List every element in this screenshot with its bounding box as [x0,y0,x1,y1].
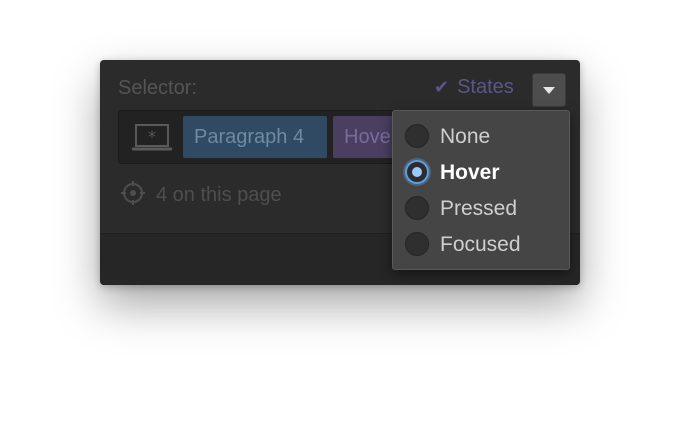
radio-pressed[interactable] [405,196,429,220]
state-option-focused[interactable]: Focused [393,227,569,263]
radio-hover[interactable] [405,160,429,184]
state-option-label: Pressed [440,197,518,220]
page-count-text: 4 on this page [156,184,282,206]
selector-label: Selector: [118,77,197,99]
page-count: 4 on this page [120,180,282,211]
svg-text:*: * [148,127,156,146]
class-chip-paragraph[interactable]: Paragraph 4 [183,116,327,158]
states-dropdown-button[interactable] [532,73,566,107]
device-icon: * [131,123,173,158]
state-option-label: Hover [440,161,500,184]
state-option-hover[interactable]: Hover [393,155,569,191]
radio-none[interactable] [405,124,429,148]
radio-focused[interactable] [405,232,429,256]
state-option-none[interactable]: None [393,119,569,155]
selector-field[interactable]: * Paragraph 4 Hover [118,110,419,164]
states-toggle[interactable]: ✔ States [434,76,514,99]
state-option-label: None [440,125,491,148]
states-menu: None Hover Pressed Focused [392,110,570,270]
chevron-down-icon [543,87,555,94]
target-icon [120,180,146,211]
checkmark-icon: ✔ [434,77,450,97]
states-label: States [457,76,514,98]
state-option-pressed[interactable]: Pressed [393,191,569,227]
state-option-label: Focused [440,233,521,256]
